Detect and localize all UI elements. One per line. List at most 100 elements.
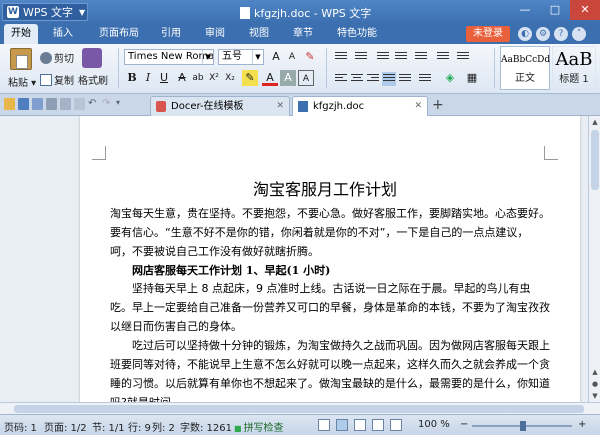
paste-icon[interactable] bbox=[10, 48, 32, 70]
tab-kfgzjh-doc[interactable]: kfgzjh.doc ✕ bbox=[292, 96, 428, 116]
page-count[interactable]: 页面: 1/2 bbox=[44, 419, 87, 434]
undo-icon[interactable]: ↶ bbox=[88, 98, 99, 110]
settings-icon[interactable]: ⚙ bbox=[536, 27, 550, 41]
login-button[interactable]: 未登录 bbox=[466, 26, 510, 42]
quick-access-toolbar: ↶ ↷ ▾ bbox=[4, 98, 127, 110]
indent-icon[interactable] bbox=[394, 50, 408, 64]
next-page-icon[interactable]: ▼ bbox=[589, 390, 600, 402]
margin-marker bbox=[544, 146, 558, 160]
browse-object-icon[interactable]: ● bbox=[589, 378, 600, 390]
shading-icon[interactable]: ◈ bbox=[442, 70, 458, 86]
style-heading-1[interactable]: AaB 标题 1 bbox=[552, 46, 596, 90]
shrink-font-button[interactable]: A bbox=[284, 49, 300, 65]
tab-docer-templates[interactable]: Docer-在线模板 ✕ bbox=[150, 96, 290, 116]
numbering-icon[interactable] bbox=[354, 50, 368, 64]
chinese-layout-icon[interactable] bbox=[414, 50, 428, 64]
document-page[interactable]: 淘宝客服月工作计划 淘宝每天生意，贵在坚持。不要抱怨，不要心急。做好客服工作，要… bbox=[80, 116, 580, 402]
scroll-thumb[interactable] bbox=[14, 405, 584, 413]
maximize-button[interactable]: □ bbox=[540, 0, 570, 20]
open-icon[interactable] bbox=[4, 98, 15, 110]
underline-button[interactable]: U bbox=[156, 70, 172, 86]
line-spacing-icon[interactable] bbox=[418, 72, 432, 86]
zoom-slider-knob[interactable] bbox=[520, 421, 526, 431]
minimize-button[interactable]: — bbox=[510, 0, 540, 20]
read-mode-icon[interactable] bbox=[318, 419, 330, 431]
tab-references[interactable]: 引用 bbox=[156, 24, 186, 44]
borders-icon[interactable]: ▦ bbox=[464, 70, 480, 86]
save-icon[interactable] bbox=[18, 98, 29, 110]
char-shading-icon[interactable]: A bbox=[280, 70, 296, 86]
bullets-icon[interactable] bbox=[334, 50, 348, 64]
zoom-in-icon[interactable]: + bbox=[578, 419, 586, 430]
sort-icon[interactable] bbox=[456, 50, 470, 64]
superscript-button[interactable]: X² bbox=[206, 70, 222, 86]
paste-button[interactable]: 粘贴 ▾ bbox=[8, 74, 36, 89]
subscript-button[interactable]: X₂ bbox=[222, 70, 238, 86]
spell-icon[interactable] bbox=[74, 98, 85, 110]
clear-format-icon[interactable]: ✎ bbox=[302, 49, 318, 65]
window-controls: — □ ✕ bbox=[510, 0, 600, 20]
docer-icon bbox=[156, 101, 166, 112]
tab-page-layout[interactable]: 页面布局 bbox=[94, 24, 144, 44]
distributed-icon[interactable] bbox=[398, 72, 412, 86]
word-count[interactable]: 字数: 1261 bbox=[180, 419, 232, 434]
full-screen-icon[interactable] bbox=[390, 419, 402, 431]
format-painter-button[interactable]: 格式刷 bbox=[78, 72, 108, 87]
highlight-icon[interactable]: ✎ bbox=[242, 70, 258, 86]
print-icon[interactable] bbox=[46, 98, 57, 110]
zoom-level[interactable]: 100 % bbox=[418, 419, 450, 430]
collapse-ribbon-icon[interactable]: ˄ bbox=[572, 27, 586, 41]
page-view-icon[interactable] bbox=[336, 419, 348, 431]
font-size-select[interactable]: 五号 ▼ bbox=[218, 49, 264, 65]
web-view-icon[interactable] bbox=[372, 419, 384, 431]
tab-insert[interactable]: 插入 bbox=[46, 24, 80, 44]
justify-icon[interactable] bbox=[382, 72, 396, 86]
scroll-up-icon[interactable]: ▲ bbox=[589, 116, 600, 128]
align-center-icon[interactable] bbox=[350, 72, 364, 86]
char-border-icon[interactable]: A bbox=[298, 70, 314, 86]
outdent-icon[interactable] bbox=[376, 50, 390, 64]
new-tab-button[interactable]: + bbox=[432, 97, 444, 113]
zoom-out-icon[interactable]: − bbox=[460, 419, 468, 430]
font-family-select[interactable]: Times New Roma ▼ bbox=[124, 49, 214, 65]
grow-font-button[interactable]: A bbox=[268, 49, 284, 65]
font-color-icon[interactable]: A bbox=[262, 70, 278, 86]
skin-icon[interactable]: ◐ bbox=[518, 27, 532, 41]
close-tab-icon[interactable]: ✕ bbox=[276, 97, 284, 116]
close-button[interactable]: ✕ bbox=[570, 0, 600, 20]
zoom-slider[interactable] bbox=[472, 421, 572, 431]
tab-home[interactable]: 开始 bbox=[4, 24, 38, 44]
italic-button[interactable]: I bbox=[140, 70, 156, 86]
window-title: kfgzjh.doc - WPS 文字 bbox=[240, 5, 371, 21]
horizontal-scrollbar[interactable] bbox=[0, 402, 600, 414]
outline-view-icon[interactable] bbox=[354, 419, 366, 431]
strikethrough-button[interactable]: A bbox=[174, 70, 190, 86]
bold-button[interactable]: B bbox=[124, 70, 140, 86]
tab-chapter[interactable]: 章节 bbox=[288, 24, 318, 44]
tab-review[interactable]: 审阅 bbox=[200, 24, 230, 44]
customize-qa-icon[interactable]: ▾ bbox=[116, 98, 127, 110]
chevron-down-icon: ▼ bbox=[79, 7, 86, 17]
section-indicator: 节: 1/1 bbox=[92, 423, 125, 434]
app-menu-button[interactable]: W WPS 文字 ▼ bbox=[2, 3, 88, 21]
align-right-icon[interactable] bbox=[366, 72, 380, 86]
emphasis-button[interactable]: ab bbox=[190, 70, 206, 86]
format-painter-icon[interactable] bbox=[82, 48, 102, 68]
spell-check-toggle[interactable]: 拼写检查 bbox=[234, 419, 284, 434]
redo-icon[interactable]: ↷ bbox=[102, 98, 113, 110]
show-marks-icon[interactable] bbox=[436, 50, 450, 64]
vertical-scrollbar[interactable]: ▲ ▲ ● ▼ bbox=[588, 116, 600, 402]
scroll-thumb[interactable] bbox=[591, 130, 599, 190]
align-left-icon[interactable] bbox=[334, 72, 348, 86]
print-preview-icon[interactable] bbox=[60, 98, 71, 110]
copy-button[interactable]: 复制 bbox=[40, 72, 74, 87]
help-icon[interactable]: ? bbox=[554, 27, 568, 41]
tab-view[interactable]: 视图 bbox=[244, 24, 274, 44]
prev-page-icon[interactable]: ▲ bbox=[589, 366, 600, 378]
close-tab-icon[interactable]: ✕ bbox=[414, 97, 422, 116]
margin-marker bbox=[92, 146, 106, 160]
style-normal[interactable]: AaBbCcDd 正文 bbox=[500, 46, 550, 90]
save-as-icon[interactable] bbox=[32, 98, 43, 110]
cut-button[interactable]: 剪切 bbox=[40, 50, 74, 65]
tab-features[interactable]: 特色功能 bbox=[332, 24, 382, 44]
